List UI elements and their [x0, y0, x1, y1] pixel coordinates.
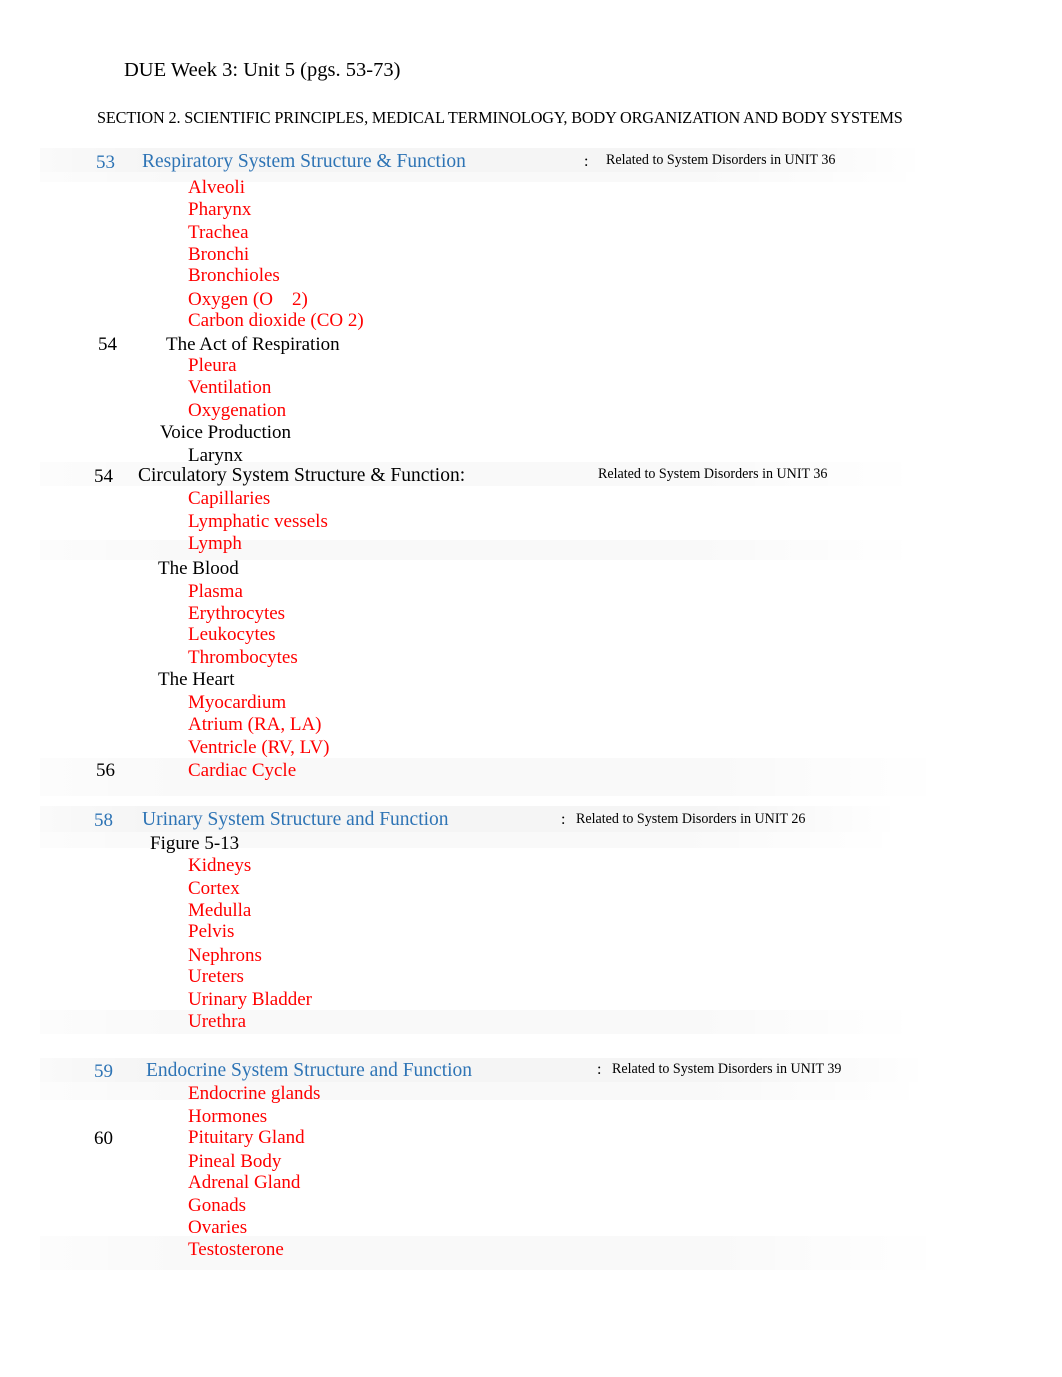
- shading-band-endocrine-glands: [40, 1082, 928, 1100]
- list-item: Pelvis: [188, 921, 235, 942]
- heading-circulatory-system: Circulatory System Structure & Function:: [138, 465, 466, 486]
- list-item: Lymph: [188, 533, 242, 554]
- annotation-colon-endocrine: :: [597, 1061, 602, 1078]
- list-item: Pituitary Gland: [188, 1127, 305, 1148]
- page-number-endocrine: 59: [94, 1061, 113, 1082]
- heading-the-blood: The Blood: [158, 558, 239, 579]
- page-number-urinary: 58: [94, 810, 113, 831]
- shading-band-lymph: [40, 540, 920, 560]
- heading-endocrine-system[interactable]: Endocrine System Structure and Function: [146, 1061, 472, 1081]
- list-item: Trachea: [188, 222, 249, 243]
- list-item: Kidneys: [188, 855, 252, 876]
- annotation-colon-urinary: :: [561, 811, 566, 828]
- heading-respiratory-system[interactable]: Respiratory System Structure & Function: [142, 152, 466, 172]
- page-number-circulatory: 54: [94, 466, 113, 487]
- list-item: Ventricle (RV, LV): [188, 737, 330, 758]
- list-item: Larynx: [188, 445, 243, 466]
- list-item: Bronchi: [188, 244, 250, 265]
- list-item: Cardiac Cycle: [188, 760, 297, 781]
- list-item: Pineal Body: [188, 1151, 282, 1172]
- list-item: Bronchioles: [188, 265, 280, 286]
- list-item: Nephrons: [188, 945, 262, 966]
- list-item: Hormones: [188, 1106, 268, 1127]
- page-number-act-of-respiration: 54: [98, 334, 117, 355]
- heading-the-heart: The Heart: [158, 669, 235, 690]
- list-item: Ovaries: [188, 1217, 248, 1238]
- list-item: Plasma: [188, 581, 243, 602]
- annotation-endocrine: Related to System Disorders in UNIT 39: [612, 1061, 842, 1077]
- heading-voice-production: Voice Production: [160, 422, 292, 443]
- list-item: Adrenal Gland: [188, 1172, 301, 1193]
- list-item: Myocardium: [188, 692, 287, 713]
- section-heading: SECTION 2. SCIENTIFIC PRINCIPLES, MEDICA…: [97, 108, 903, 127]
- shading-band-testosterone: [40, 1236, 945, 1270]
- list-item: Capillaries: [188, 488, 271, 509]
- heading-act-of-respiration: The Act of Respiration: [166, 334, 340, 355]
- page-number-cardiac-cycle: 56: [96, 760, 115, 781]
- list-item: Oxygenation: [188, 400, 287, 421]
- shading-band-urethra: [40, 1010, 920, 1034]
- list-item: Atrium (RA, LA): [188, 714, 322, 735]
- list-item: Ventilation: [188, 377, 272, 398]
- list-item: Alveoli: [188, 177, 245, 198]
- page-number-60: 60: [94, 1128, 113, 1149]
- list-item: Ureters: [188, 966, 244, 987]
- list-item: Carbon dioxide (CO 2): [188, 310, 364, 331]
- list-item: Leukocytes: [188, 624, 276, 645]
- list-item: Urethra: [188, 1011, 247, 1032]
- list-item: Pleura: [188, 355, 237, 376]
- annotation-colon-respiratory: :: [584, 153, 589, 170]
- page-number-respiratory: 53: [96, 152, 115, 173]
- list-item: Endocrine glands: [188, 1083, 321, 1104]
- annotation-circulatory: Related to System Disorders in UNIT 36: [598, 466, 828, 482]
- list-item: Thrombocytes: [188, 647, 298, 668]
- list-item: Erythrocytes: [188, 603, 286, 624]
- list-item: Urinary Bladder: [188, 989, 312, 1010]
- heading-urinary-system[interactable]: Urinary System Structure and Function: [142, 810, 449, 830]
- list-item: Pharynx: [188, 199, 252, 220]
- figure-reference-urinary: Figure 5-13: [150, 833, 240, 854]
- list-item: Gonads: [188, 1195, 247, 1216]
- list-item: Testosterone: [188, 1239, 284, 1260]
- list-item: Medulla: [188, 900, 252, 921]
- shading-band-respiratory-upper: [40, 172, 925, 182]
- annotation-urinary: Related to System Disorders in UNIT 26: [576, 811, 806, 827]
- annotation-respiratory: Related to System Disorders in UNIT 36: [606, 152, 836, 168]
- document-due-title: DUE Week 3: Unit 5 (pgs. 53-73): [124, 59, 401, 81]
- shading-band-cardiac: [40, 758, 945, 796]
- list-item: Cortex: [188, 878, 240, 899]
- list-item: Oxygen (O 2): [188, 289, 308, 310]
- list-item: Lymphatic vessels: [188, 511, 328, 532]
